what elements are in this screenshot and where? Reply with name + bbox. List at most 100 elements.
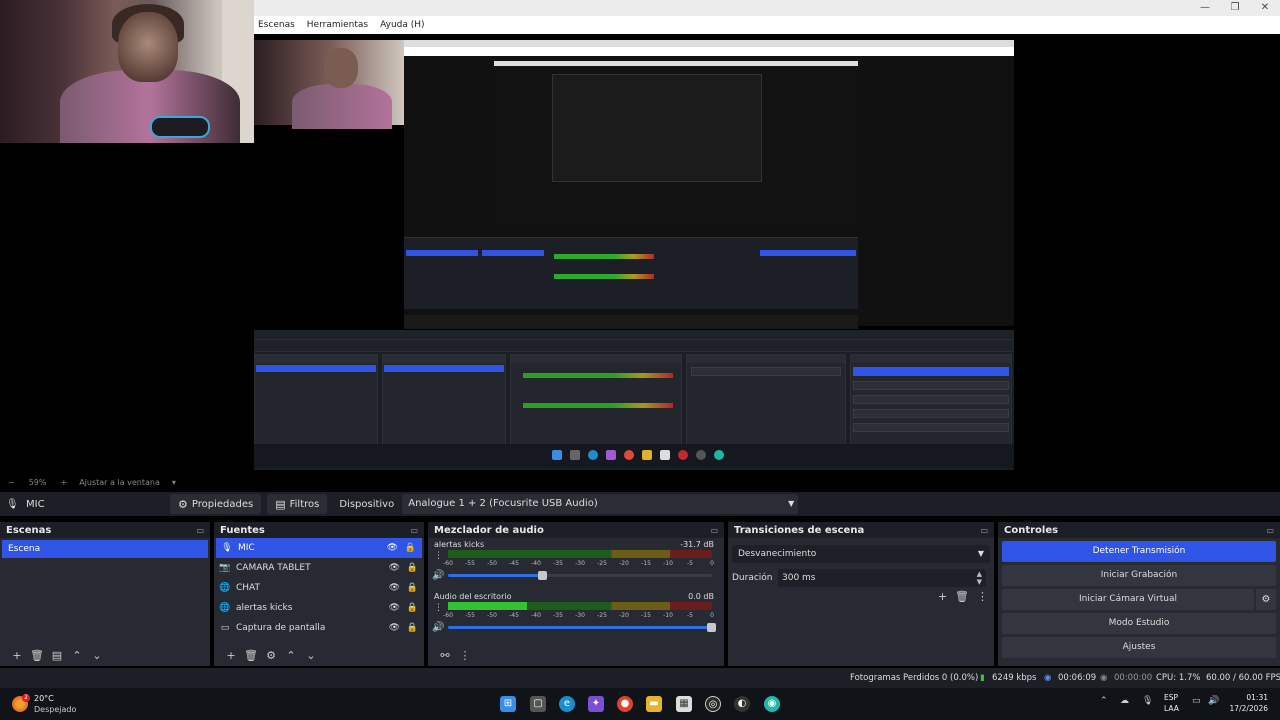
eye-icon[interactable]: 👁 [387,543,398,553]
undock-icon[interactable]: ▭ [1266,526,1274,535]
stop-stream-button[interactable]: Detener Transmisión [1002,541,1276,562]
menu-escenas[interactable]: Escenas [258,20,295,30]
language-bottom[interactable]: LAA [1164,704,1179,713]
eye-icon[interactable]: 👁 [389,603,400,613]
undock-icon[interactable]: ▭ [980,526,988,535]
task-view-icon[interactable]: ▢ [530,696,546,712]
clock-date[interactable]: 17/2/2026 [1230,704,1268,713]
speaker-icon[interactable]: 🔊 [432,570,444,581]
eye-icon[interactable]: 👁 [389,583,400,593]
webcam-person-face [118,12,178,82]
undock-icon[interactable]: ▭ [710,526,718,535]
properties-button[interactable]: ⚙ Propiedades [170,494,262,514]
settings-button[interactable]: Ajustes [1002,637,1276,658]
scenes-header: Escenas ▭ [0,522,210,538]
nested-capture [404,40,1014,329]
volume-slider[interactable] [448,571,712,580]
clock-time[interactable]: 01:31 [1246,693,1268,702]
undock-icon[interactable]: ▭ [410,526,418,535]
zoom-out-icon[interactable]: − [8,478,15,487]
lock-icon[interactable]: 🔒 [407,603,418,613]
lock-icon[interactable]: 🔒 [407,583,418,593]
zoom-bar: − 59% + Ajustar a la ventana ▾ [0,476,1280,488]
trash-icon[interactable]: 🗑 [955,590,969,603]
spinner-icon[interactable]: ▲ ▼ [977,570,982,586]
lock-icon[interactable]: 🔒 [407,563,418,573]
more-options-icon[interactable]: ⋮ [434,603,443,613]
chevron-down-icon: ▼ [977,549,984,558]
windows-start-icon[interactable]: ⊞ [500,696,516,712]
speaker-icon[interactable]: 🔊 [432,622,444,633]
menu-ayuda[interactable]: Ayuda (H) [380,20,424,30]
add-icon[interactable]: + [10,649,24,662]
file-explorer-icon[interactable]: ▬ [646,696,662,712]
preview-studio-button [853,409,1009,418]
source-item-alertas-kicks[interactable]: 🌐 alertas kicks 👁 🔒 [214,598,424,618]
meter-tick-label: -35 [553,612,563,619]
nested-taskbar [404,315,858,329]
chrome-icon[interactable]: ● [617,696,633,712]
volume-tray-icon[interactable]: 🔊 [1208,696,1219,706]
minimize-icon[interactable]: — [1190,0,1220,16]
meter-tick-label: -45 [509,560,519,567]
more-options-icon[interactable]: ⋮ [434,551,443,561]
monitor-tray-icon[interactable]: ▭ [1192,696,1201,706]
chevron-up-icon[interactable]: ⌃ [1100,696,1108,706]
edge-icon[interactable]: e [559,696,575,712]
trash-icon[interactable]: 🗑 [30,649,44,662]
mixer-link-icon[interactable]: ⚯ [438,649,452,662]
close-icon[interactable]: ✕ [1250,0,1280,16]
network-tray-icon[interactable]: ☁ [1120,696,1129,706]
filter-icon[interactable]: ▤ [50,649,64,662]
device-select[interactable]: Analogue 1 + 2 (Focusrite USB Audio) ▼ [402,494,799,514]
source-item-camara-tablet[interactable]: 📷 CAMARA TABLET 👁 🔒 [214,558,424,578]
source-item-mic[interactable]: 🎙 MIC 👁 🔒 [216,538,422,558]
eye-icon[interactable]: 👁 [389,623,400,633]
transition-select[interactable]: Desvanecimiento ▼ [732,545,990,563]
volume-slider[interactable] [448,623,716,632]
app-icon-teal[interactable]: ◉ [764,696,780,712]
undock-icon[interactable]: ▭ [196,526,204,535]
arrow-up-icon[interactable]: ⌃ [70,649,84,662]
menu-herramientas[interactable]: Herramientas [307,20,368,30]
lock-icon[interactable]: 🔒 [405,543,416,553]
gear-icon[interactable]: ⚙ [264,649,278,662]
audio-mixer-dock: Mezclador de audio ▭ alertas kicks -31.7 … [428,522,724,666]
maximize-icon[interactable]: ❐ [1220,0,1250,16]
mixer-header: Mezclador de audio ▭ [428,522,724,538]
scene-item[interactable]: Escena [2,540,208,558]
microphone-tray-icon[interactable]: 🎙 [1142,696,1153,706]
more-options-icon[interactable]: ⋮ [458,649,472,662]
trash-icon[interactable]: 🗑 [244,649,258,662]
filters-button[interactable]: ▤ Filtros [267,494,328,514]
arrow-down-icon[interactable]: ⌄ [90,649,104,662]
add-icon[interactable]: + [224,649,238,662]
zoom-fit-label[interactable]: Ajustar a la ventana [79,478,160,487]
start-virtual-cam-button[interactable]: Iniciar Cámara Virtual [1002,589,1254,610]
volume-slider-handle[interactable] [707,623,716,632]
add-icon[interactable]: + [938,590,947,603]
zoom-in-icon[interactable]: + [60,478,67,487]
volume-slider-handle[interactable] [538,571,548,580]
preview-virtualcam-button [853,395,1009,404]
cpu-usage: CPU: 1.7% [1156,673,1201,683]
arrow-down-icon[interactable]: ⌄ [304,649,318,662]
obs-icon[interactable]: ◎ [705,696,721,712]
zoom-dropdown-icon[interactable]: ▾ [172,478,176,487]
start-recording-button[interactable]: Iniciar Grabación [1002,565,1276,586]
store-icon[interactable]: ▦ [676,696,692,712]
gear-icon[interactable]: ⚙ [1256,589,1276,610]
language-top[interactable]: ESP [1164,693,1178,702]
eye-icon[interactable]: 👁 [389,563,400,573]
preview-canvas[interactable] [254,34,1014,470]
duration-field[interactable]: 300 ms ▲ ▼ [778,569,986,587]
arrow-up-icon[interactable]: ⌃ [284,649,298,662]
more-options-icon[interactable]: ⋮ [977,590,988,603]
source-item-chat[interactable]: 🌐 CHAT 👁 🔒 [214,578,424,598]
controls-header: Controles ▭ [998,522,1280,538]
source-item-captura-de-pantalla[interactable]: ▭ Captura de pantalla 👁 🔒 [214,618,424,638]
lock-icon[interactable]: 🔒 [407,623,418,633]
studio-mode-button[interactable]: Modo Estudio [1002,613,1276,634]
app-icon[interactable]: ◐ [734,696,750,712]
copilot-icon[interactable]: ✦ [588,696,604,712]
